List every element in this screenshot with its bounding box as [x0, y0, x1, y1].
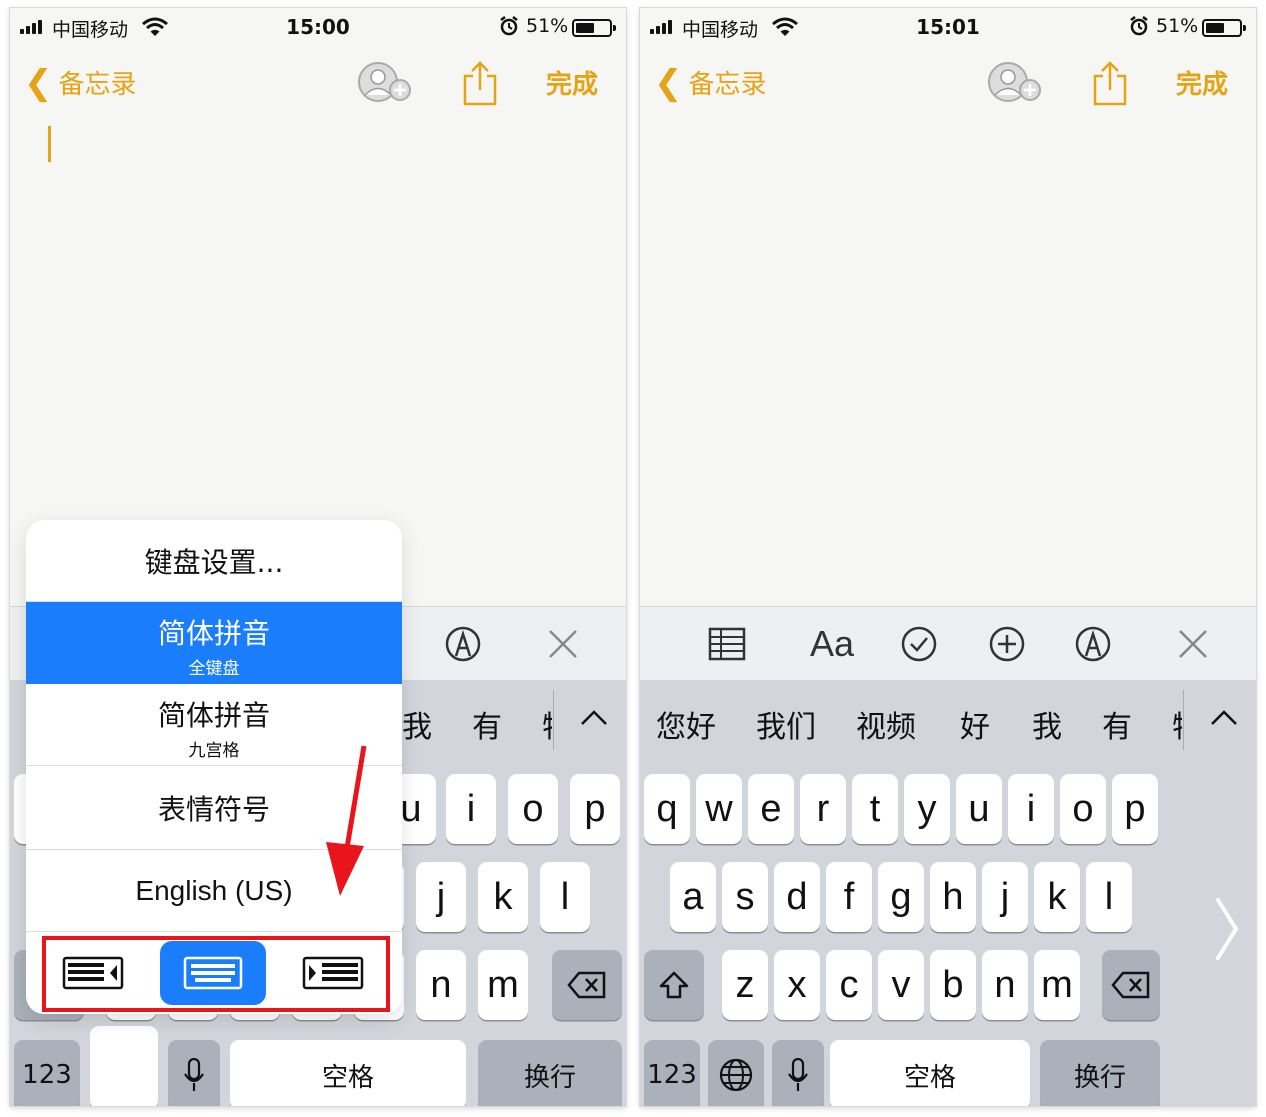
candidate-word[interactable]: 有: [1102, 702, 1132, 746]
mic-icon: [788, 1058, 808, 1091]
key-n[interactable]: n: [982, 950, 1028, 1020]
candidate-word[interactable]: 您好: [656, 702, 716, 746]
key-s[interactable]: s: [722, 862, 768, 932]
shift-key[interactable]: [644, 950, 704, 1020]
key-u[interactable]: u: [956, 774, 1002, 844]
key-t[interactable]: t: [852, 774, 898, 844]
expand-keyboard-icon[interactable]: [1212, 896, 1242, 962]
key-k[interactable]: k: [1034, 862, 1080, 932]
format-toolbar: Aa: [640, 606, 1256, 680]
back-label: 备忘录: [688, 70, 767, 100]
key-v[interactable]: v: [878, 950, 924, 1020]
globe-icon: [719, 1058, 753, 1092]
key-g[interactable]: g: [878, 862, 924, 932]
numbers-key[interactable]: 123: [644, 1040, 700, 1106]
candidate-bar: 您好 我们 视频 好 我 有 特: [640, 680, 1256, 760]
delete-icon: [1111, 971, 1150, 999]
back-button[interactable]: ❮ 备忘录: [654, 64, 767, 101]
share-icon[interactable]: [1092, 60, 1128, 106]
key-x[interactable]: x: [774, 950, 820, 1020]
add-collaborator-icon[interactable]: [988, 60, 1046, 104]
candidate-word[interactable]: 特: [1172, 702, 1182, 746]
mic-key[interactable]: [772, 1040, 824, 1106]
candidate-word[interactable]: 视频: [856, 702, 916, 746]
key-b[interactable]: b: [930, 950, 976, 1020]
alarm-icon: [1130, 16, 1148, 36]
checklist-icon[interactable]: [896, 621, 942, 667]
shift-icon: [659, 971, 689, 999]
key-q[interactable]: q: [644, 774, 690, 844]
right-phone-screen: 中国移动 15:01 51% ❮ 备忘录 完成 Aa 您好 我们 视频 好 我 …: [640, 8, 1256, 1106]
annotation-arrow: [326, 745, 367, 896]
markup-icon[interactable]: [1070, 621, 1116, 667]
close-icon[interactable]: [1170, 621, 1216, 667]
key-m[interactable]: m: [1034, 950, 1080, 1020]
text-format-icon[interactable]: Aa: [804, 621, 860, 667]
status-bar: 中国移动 15:01 51%: [640, 8, 1256, 46]
key-y[interactable]: y: [904, 774, 950, 844]
candidate-word[interactable]: 好: [960, 702, 990, 746]
key-a[interactable]: a: [670, 862, 716, 932]
key-r[interactable]: r: [800, 774, 846, 844]
battery-percentage: 51%: [1156, 15, 1199, 37]
delete-key[interactable]: [1102, 950, 1160, 1020]
table-icon[interactable]: [704, 621, 750, 667]
battery-icon: [1202, 19, 1246, 37]
key-e[interactable]: e: [748, 774, 794, 844]
return-key[interactable]: 换行: [1040, 1040, 1160, 1106]
key-l[interactable]: l: [1086, 862, 1132, 932]
done-button[interactable]: 完成: [1176, 64, 1228, 101]
key-z[interactable]: z: [722, 950, 768, 1020]
key-w[interactable]: w: [696, 774, 742, 844]
key-o[interactable]: o: [1060, 774, 1106, 844]
key-h[interactable]: h: [930, 862, 976, 932]
add-icon[interactable]: [984, 621, 1030, 667]
key-i[interactable]: i: [1008, 774, 1054, 844]
key-f[interactable]: f: [826, 862, 872, 932]
back-chevron-icon: ❮: [654, 62, 683, 103]
globe-key[interactable]: [708, 1040, 764, 1106]
left-phone-screen: 中国移动 15:00 51% ❮ 备忘录 完成 我 有 u i o p j k …: [10, 8, 626, 1106]
key-j[interactable]: j: [982, 862, 1028, 932]
collapse-icon[interactable]: [1206, 700, 1242, 736]
key-p[interactable]: p: [1112, 774, 1158, 844]
key-c[interactable]: c: [826, 950, 872, 1020]
key-d[interactable]: d: [774, 862, 820, 932]
candidate-word[interactable]: 我们: [756, 702, 816, 746]
keyboard-one-handed-left: 您好 我们 视频 好 我 有 特 q w e r t y u i o p a s…: [640, 680, 1256, 1106]
candidate-word[interactable]: 我: [1032, 702, 1062, 746]
space-key[interactable]: 空格: [830, 1040, 1030, 1106]
nav-bar: ❮ 备忘录 完成: [640, 52, 1256, 108]
